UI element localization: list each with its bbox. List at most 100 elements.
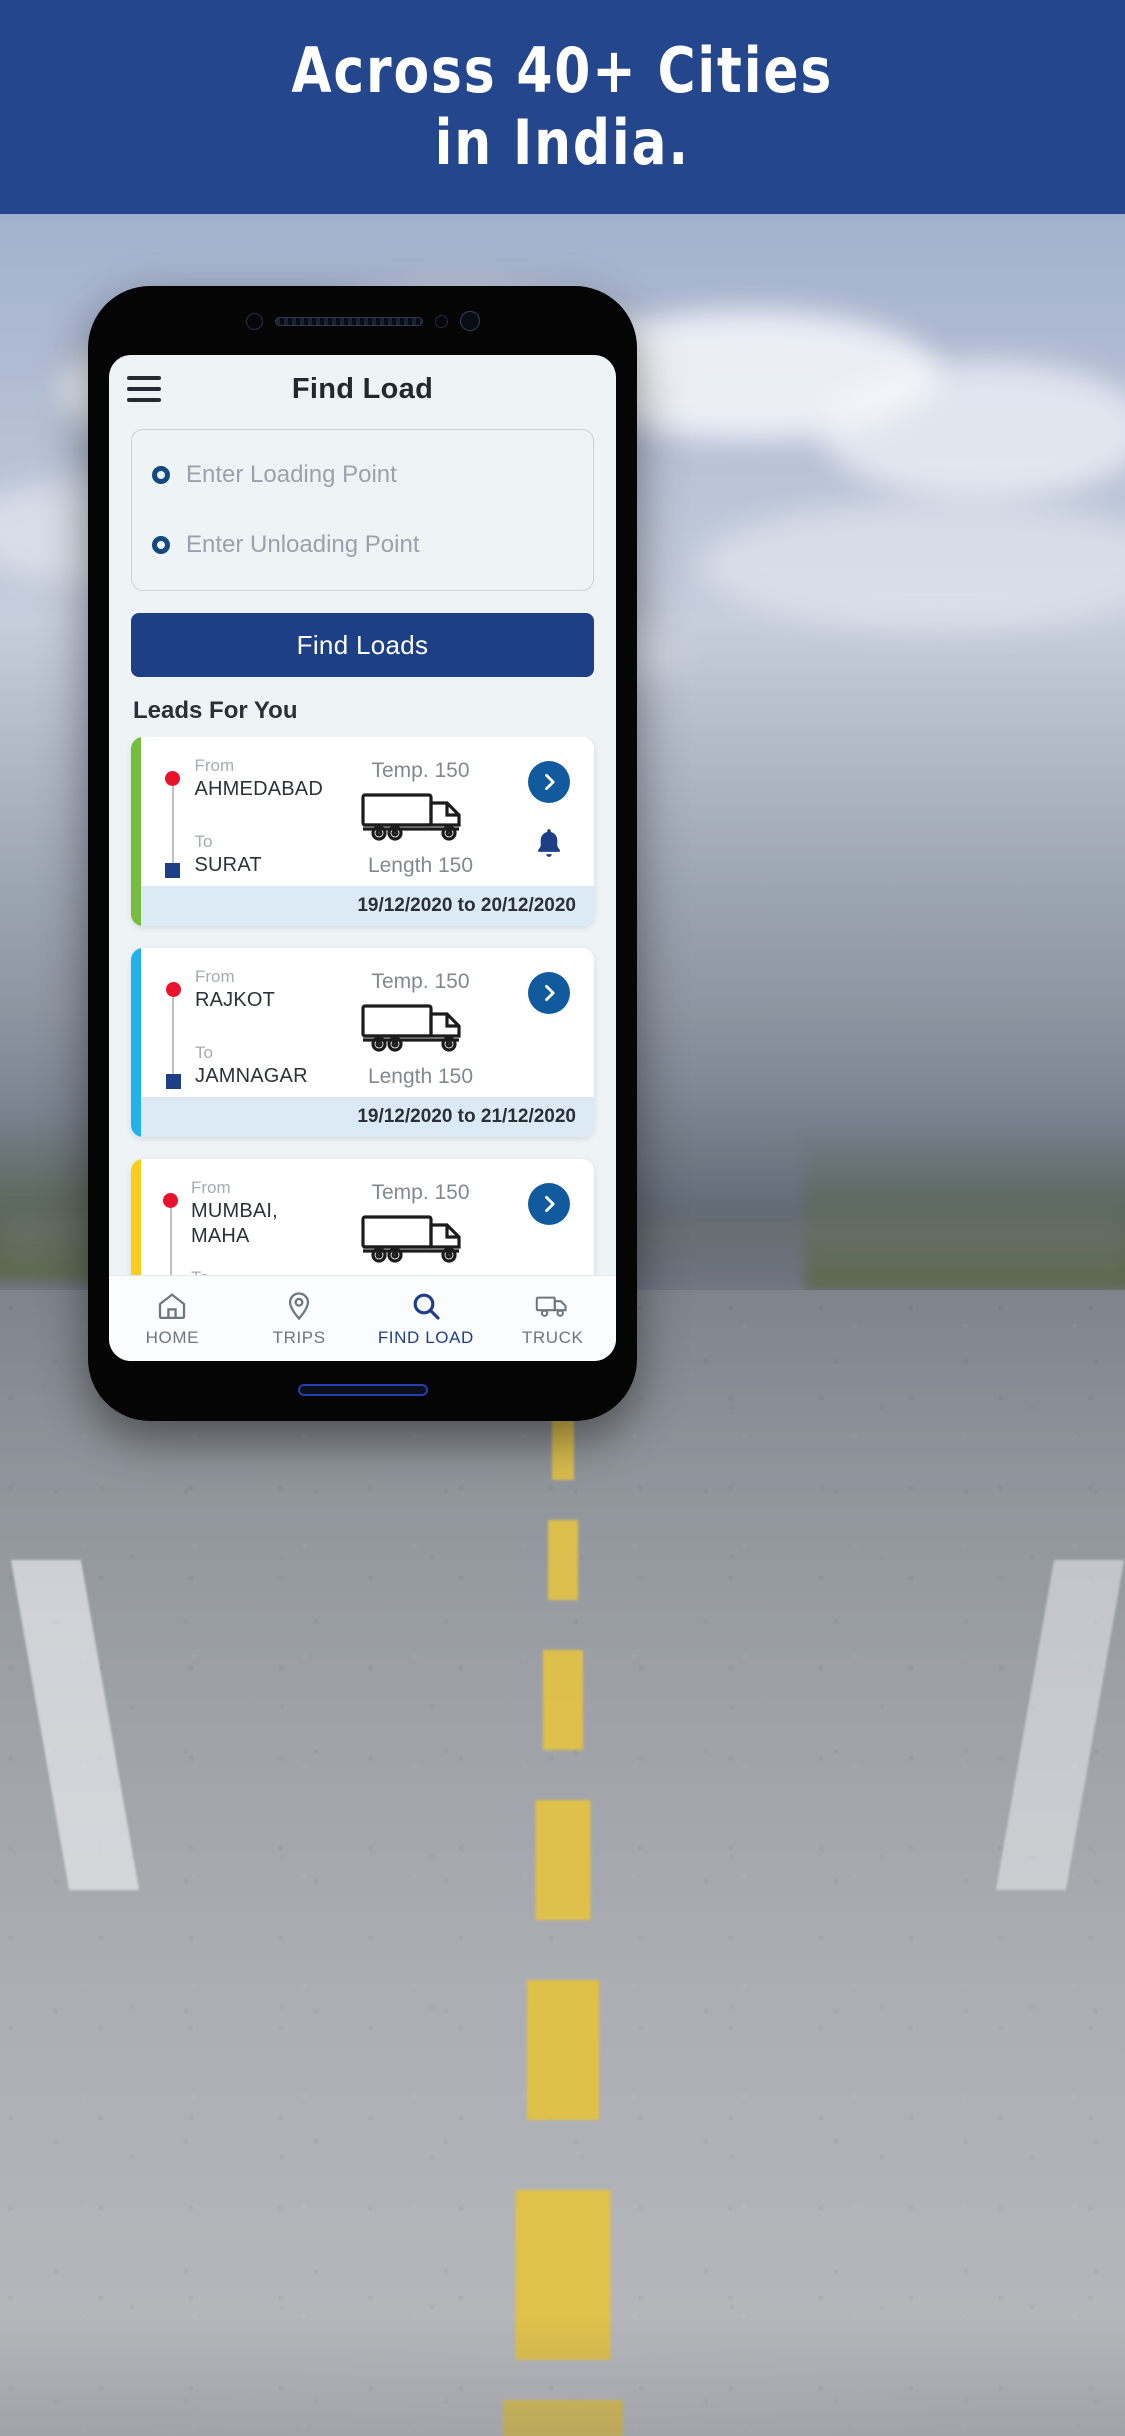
- cloud: [700, 500, 1125, 630]
- lead-status-stripe: [131, 1159, 141, 1275]
- origin-city: MUMBAI, MAHA: [190, 1200, 278, 1247]
- road-center-dash: [535, 1800, 590, 1920]
- lead-actions: [518, 755, 580, 878]
- home-icon: [159, 1292, 186, 1319]
- lead-card[interactable]: From MUMBAI, MAHA To BANGALORE, KARNATAK…: [131, 1159, 594, 1275]
- find-loads-button[interactable]: Find Loads: [131, 613, 594, 677]
- lead-card[interactable]: From RAJKOT To JAMNAGAR Temp. 150 Length…: [131, 948, 594, 1137]
- phone-screen: Find Load Find Loads Leads For You: [109, 355, 616, 1361]
- temperature-value: Temp. 150: [371, 1181, 470, 1204]
- phone-sensor-cluster: [88, 308, 637, 334]
- route-rail: [163, 1177, 179, 1275]
- lead-specs: Temp. 150: [323, 1177, 518, 1275]
- temperature-value: Temp. 150: [371, 759, 470, 782]
- nav-item-home[interactable]: HOME: [109, 1290, 236, 1348]
- front-camera-icon: [245, 312, 263, 330]
- road-center-dash: [526, 1980, 599, 2120]
- origin-city: RAJKOT: [195, 989, 276, 1011]
- route-labels: From AHMEDABAD To SURAT: [195, 755, 324, 878]
- origin-dot-icon: [165, 982, 181, 997]
- promo-headline-line-2: in India.: [434, 106, 691, 179]
- home-indicator: [297, 1384, 428, 1396]
- truck-icon: [360, 1213, 481, 1270]
- lead-date-range: 19/12/2020 to 21/12/2020: [141, 1097, 594, 1137]
- length-value: Length 150: [367, 1065, 474, 1088]
- loading-point-row[interactable]: [152, 452, 573, 498]
- route-connector-line: [171, 786, 174, 863]
- promo-headline-line-1: Across 40+ Cities: [291, 34, 834, 107]
- phone-mockup: Find Load Find Loads Leads For You: [88, 286, 637, 1421]
- nav-item-truck[interactable]: TRUCK: [489, 1290, 616, 1348]
- app-header: Find Load: [109, 355, 616, 423]
- to-label: To: [191, 1267, 323, 1275]
- lead-actions: [518, 966, 580, 1089]
- nav-label-find-load: FIND LOAD: [377, 1327, 474, 1347]
- leads-list: From AHMEDABAD To SURAT Temp. 150 Length…: [109, 737, 616, 1275]
- lead-actions: [518, 1177, 580, 1275]
- chevron-right-icon: [545, 1195, 555, 1213]
- bottom-vignette: [0, 2316, 1125, 2436]
- lead-card-body: From MUMBAI, MAHA To BANGALORE, KARNATAK…: [141, 1159, 594, 1275]
- lead-details-chevron-button[interactable]: [528, 1183, 570, 1225]
- route-connector-line: [169, 1208, 172, 1275]
- temperature-value: Temp. 150: [371, 970, 470, 993]
- destination-city: SURAT: [194, 854, 262, 876]
- lead-status-stripe: [131, 737, 141, 926]
- lead-card-main: From AHMEDABAD To SURAT Temp. 150 Length…: [141, 737, 594, 886]
- lead-specs: Temp. 150: [323, 966, 518, 1089]
- from-label: From: [194, 756, 235, 775]
- destination-square-icon: [165, 1074, 181, 1089]
- road-center-dash: [547, 1520, 578, 1600]
- lead-details-chevron-button[interactable]: [528, 761, 570, 803]
- lead-card-main: From RAJKOT To JAMNAGAR Temp. 150 Length…: [141, 948, 594, 1097]
- lead-card-body: From AHMEDABAD To SURAT Temp. 150 Length…: [141, 737, 594, 926]
- origin-dot-icon: [165, 771, 181, 786]
- route-rail: [163, 966, 183, 1089]
- proximity-sensor-icon: [434, 314, 448, 328]
- nav-item-find-load[interactable]: FIND LOAD: [363, 1290, 490, 1348]
- route-connector-line: [172, 997, 174, 1074]
- route-search-card: [131, 429, 594, 591]
- nav-label-truck: TRUCK: [521, 1327, 584, 1347]
- location-pin-icon: [289, 1291, 310, 1320]
- lead-status-stripe: [131, 948, 141, 1137]
- chevron-right-icon: [545, 984, 555, 1002]
- route-labels: From MUMBAI, MAHA To BANGALORE, KARNATAK…: [191, 1177, 323, 1275]
- front-camera-icon: [459, 311, 480, 331]
- lead-card[interactable]: From AHMEDABAD To SURAT Temp. 150 Length…: [131, 737, 594, 926]
- nav-label-trips: TRIPS: [272, 1327, 326, 1347]
- origin-city: AHMEDABAD: [194, 778, 323, 800]
- lead-notify-bell-button[interactable]: [532, 827, 566, 863]
- lead-route: From RAJKOT To JAMNAGAR: [155, 966, 323, 1089]
- earpiece-speaker: [274, 316, 423, 326]
- to-label: To: [195, 1043, 213, 1062]
- lead-route: From MUMBAI, MAHA To BANGALORE, KARNATAK…: [155, 1177, 323, 1275]
- truck-icon: [360, 791, 481, 848]
- circle-marker-icon: [152, 536, 170, 554]
- screenshot-stage: Across 40+ Cities in India. Find Load En…: [0, 0, 1125, 2436]
- circle-marker-icon: [152, 466, 170, 484]
- search-icon: [413, 1293, 440, 1320]
- chevron-right-icon: [545, 773, 555, 791]
- bottom-navigation: HOME TRIPS FIND LOAD TRUCK: [109, 1275, 616, 1361]
- unloading-point-row[interactable]: [152, 522, 573, 568]
- to-label: To: [194, 832, 213, 851]
- nav-label-home: HOME: [145, 1327, 200, 1347]
- lead-route: From AHMEDABAD To SURAT: [155, 755, 323, 878]
- destination-square-icon: [165, 863, 181, 878]
- lead-card-main: From MUMBAI, MAHA To BANGALORE, KARNATAK…: [141, 1159, 594, 1275]
- promo-banner: Across 40+ Cities in India.: [0, 0, 1125, 214]
- from-label: From: [190, 1178, 231, 1197]
- lead-date-range: 19/12/2020 to 20/12/2020: [141, 886, 594, 926]
- road-center-dash: [551, 1420, 574, 1480]
- origin-dot-icon: [163, 1193, 179, 1208]
- lead-details-chevron-button[interactable]: [528, 972, 570, 1014]
- hamburger-menu-icon[interactable]: [127, 376, 161, 402]
- bell-icon: [537, 829, 561, 857]
- unloading-point-input[interactable]: [186, 531, 573, 559]
- loading-point-input[interactable]: [186, 461, 573, 489]
- route-labels: From RAJKOT To JAMNAGAR: [195, 966, 323, 1089]
- from-label: From: [195, 967, 235, 986]
- nav-item-trips[interactable]: TRIPS: [236, 1290, 363, 1348]
- destination-city: JAMNAGAR: [195, 1065, 308, 1087]
